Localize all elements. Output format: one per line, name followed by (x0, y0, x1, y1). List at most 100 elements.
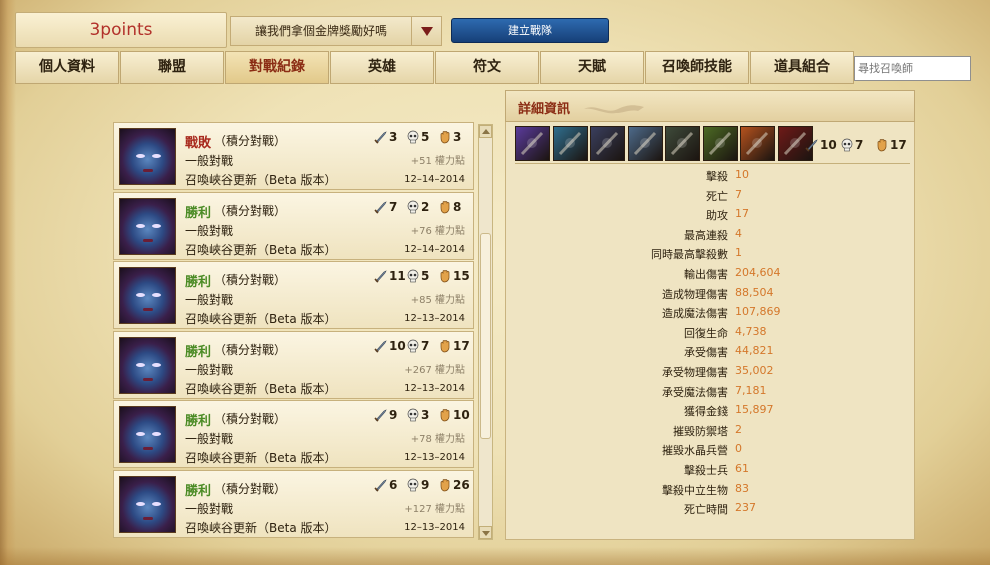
match-deaths: 5 (406, 130, 429, 144)
helm-item-icon[interactable] (665, 126, 700, 161)
tab-7[interactable]: 召喚師技能 (645, 51, 749, 84)
assists-icon (438, 478, 453, 492)
detail-deaths: 7 (840, 138, 863, 152)
match-ip-earned: +85 權力點 (410, 295, 465, 306)
scroll-thumb[interactable] (480, 233, 491, 439)
tome-item-icon[interactable] (590, 126, 625, 161)
deaths-icon (406, 130, 421, 144)
profile-tabs: 個人資料 聯盟 對戰紀錄 英雄 符文 天賦 召喚師技能 道具組合 (15, 51, 854, 84)
champion-portrait (119, 406, 176, 463)
champion-portrait (119, 336, 176, 394)
assists-icon (875, 138, 890, 152)
kills-icon (374, 339, 389, 353)
scroll-down-button[interactable] (479, 526, 492, 539)
match-map: 召喚峽谷更新（Beta 版本） (185, 520, 337, 535)
stat-row: 輸出傷害 204,604 (528, 266, 908, 284)
match-kills: 3 (374, 130, 397, 144)
match-kills: 7 (374, 200, 397, 214)
match-queue: （積分對戰） (214, 203, 287, 218)
match-row[interactable]: 勝利 （積分對戰） 一般對戰 召喚峽谷更新（Beta 版本） 6 9 26 +127 權力點 1… (113, 469, 474, 538)
stat-value: 1 (735, 246, 742, 260)
match-map: 召喚峽谷更新（Beta 版本） (185, 381, 337, 396)
stat-row: 承受物理傷害 35,002 (528, 364, 908, 382)
kills-icon (374, 200, 389, 214)
armor-item-icon[interactable] (627, 126, 663, 161)
deaths-icon (840, 138, 855, 152)
match-date: 12–13–2014 (404, 313, 465, 324)
purple-sword-item-icon[interactable] (515, 126, 550, 161)
stat-row: 助攻 17 (528, 207, 908, 225)
scroll-up-button[interactable] (479, 125, 492, 138)
tab-6[interactable]: 天賦 (540, 51, 644, 84)
match-row[interactable]: 勝利 （積分對戰） 一般對戰 召喚峽谷更新（Beta 版本） 11 5 15 +85 權力點 1… (113, 261, 474, 329)
deaths-icon (406, 200, 421, 214)
green-boots-item-icon[interactable] (702, 126, 738, 161)
match-row[interactable]: 勝利 （積分對戰） 一般對戰 召喚峽谷更新（Beta 版本） 9 3 10 +78 權力點 12… (113, 400, 474, 468)
stat-label: 輸出傷害 (684, 268, 728, 281)
match-row[interactable]: 戰敗 （積分對戰） 一般對戰 召喚峽谷更新（Beta 版本） 3 5 3 +51 權力點 12–… (113, 122, 474, 190)
match-ip-earned: +76 權力點 (410, 225, 465, 237)
green-staff-item-icon[interactable] (552, 126, 588, 161)
match-queue: （積分對戰） (214, 273, 287, 287)
tab-3[interactable]: 對戰紀錄 (225, 51, 329, 84)
stat-label: 回復生命 (684, 326, 728, 340)
match-deaths: 3 (406, 408, 429, 422)
stat-label: 同時最高擊殺數 (651, 248, 728, 262)
stat-row: 回復生命 4,738 (528, 325, 908, 343)
summoner-search-input[interactable] (854, 56, 971, 81)
stat-label: 獲得金錢 (684, 405, 728, 419)
stat-value: 7,181 (735, 383, 767, 397)
match-result: 勝利 (185, 483, 212, 499)
tab-4[interactable]: 英雄 (330, 51, 434, 84)
kills-icon (805, 138, 820, 152)
match-date: 12–13–2014 (404, 521, 465, 533)
match-map: 召喚峽谷更新（Beta 版本） (185, 173, 337, 187)
match-map: 召喚峽谷更新（Beta 版本） (185, 312, 337, 326)
burnt-edge-bottom (0, 547, 990, 565)
stat-label: 擊殺 (706, 170, 728, 183)
stat-value: 107,869 (735, 305, 781, 319)
match-map: 召喚峽谷更新（Beta 版本） (185, 242, 337, 257)
tab-2[interactable]: 聯盟 (120, 51, 224, 84)
stat-value: 0 (735, 442, 742, 456)
scroll-ornament-icon (584, 105, 644, 114)
stat-label: 摧毀水晶兵營 (662, 444, 728, 458)
match-history-list: 戰敗 （積分對戰） 一般對戰 召喚峽谷更新（Beta 版本） 3 5 3 +51 權力點 12–… (113, 122, 474, 540)
tab-8[interactable]: 道具組合 (750, 51, 854, 84)
match-result: 勝利 (185, 344, 212, 360)
stat-value: 61 (735, 462, 749, 475)
detail-kills: 10 (805, 138, 837, 152)
stat-label: 助攻 (706, 209, 728, 223)
match-row[interactable]: 勝利 （積分對戰） 一般對戰 召喚峽谷更新（Beta 版本） 10 7 17 +267 權力點… (113, 330, 474, 399)
assists-icon (438, 408, 453, 422)
match-deaths: 5 (406, 269, 429, 283)
burnt-edge-left (0, 0, 16, 565)
assists-icon (438, 130, 453, 144)
match-result: 勝利 (185, 275, 212, 290)
champion-portrait (119, 267, 176, 324)
detail-panel: 10 7 17 擊殺 10 死亡 7 助攻 17 最高連殺 4 同時最高擊殺數 1 輸出傷害 204,60… (505, 122, 915, 540)
stat-label: 最高連殺 (684, 228, 728, 242)
match-ip-earned: +127 權力點 (404, 503, 465, 515)
match-result: 勝利 (185, 205, 212, 221)
create-team-button[interactable]: 建立戰隊 (451, 18, 609, 43)
dropdown-arrow-icon[interactable] (411, 17, 441, 45)
team-select-dropdown[interactable]: 讓我們拿個金牌獎勵好嗎 (230, 16, 442, 46)
match-assists: 26 (438, 478, 470, 492)
detail-assists: 17 (875, 138, 907, 152)
match-deaths: 9 (406, 478, 429, 492)
fire-blade-item-icon[interactable] (740, 126, 775, 161)
match-row[interactable]: 勝利 （積分對戰） 一般對戰 召喚峽谷更新（Beta 版本） 7 2 8 +76 權力點 12–… (113, 191, 474, 260)
stat-row: 獲得金錢 15,897 (528, 403, 908, 421)
stat-value: 204,604 (735, 266, 781, 279)
tab-1[interactable]: 個人資料 (15, 51, 119, 84)
match-type: 一般對戰 (185, 293, 234, 307)
match-list-scrollbar[interactable] (478, 124, 493, 540)
stat-row: 擊殺中立生物 83 (528, 482, 908, 500)
stat-row: 擊殺 10 (528, 168, 908, 186)
tab-5[interactable]: 符文 (435, 51, 539, 84)
stat-row: 同時最高擊殺數 1 (528, 246, 908, 264)
match-deaths: 7 (406, 339, 429, 353)
match-date: 12–13–2014 (404, 382, 465, 394)
summoner-name: 3points (15, 12, 227, 48)
